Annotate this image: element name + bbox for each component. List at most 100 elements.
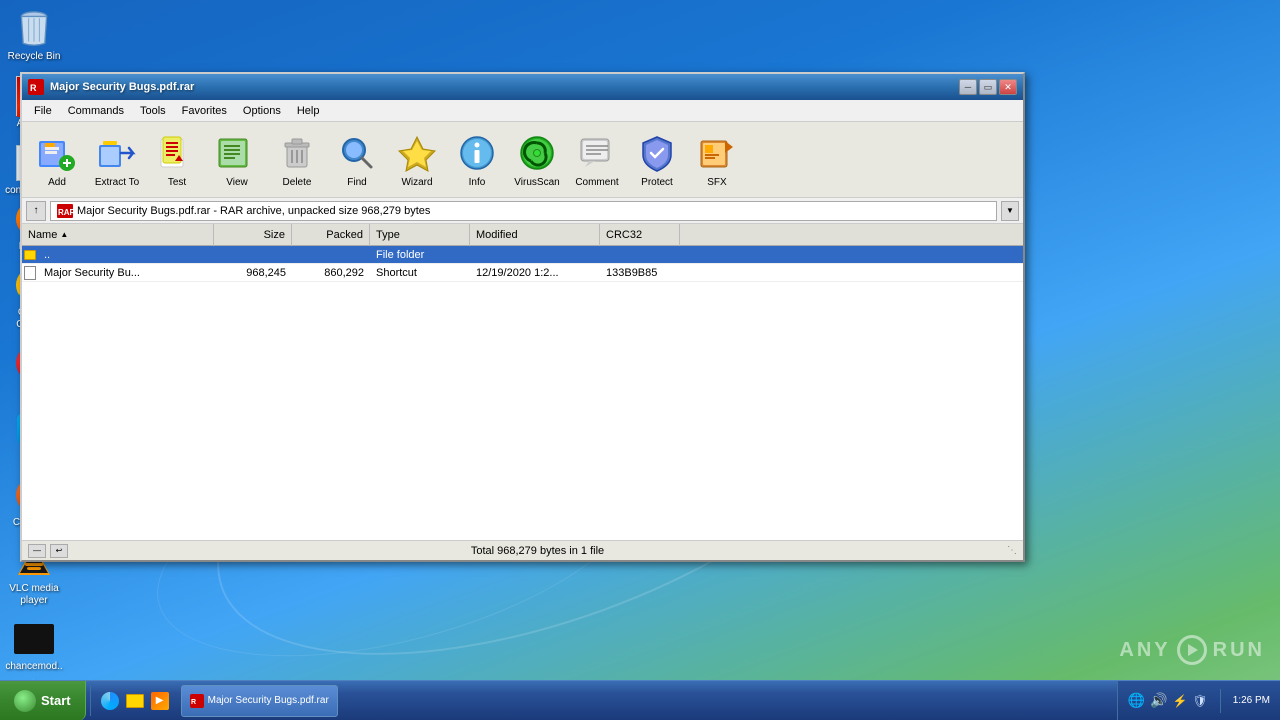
wizard-button-label: Wizard (401, 177, 432, 188)
taskbar-winrar-app[interactable]: R Major Security Bugs.pdf.rar (181, 685, 338, 717)
menu-commands[interactable]: Commands (60, 103, 132, 119)
file-name: Major Security Bu... (38, 264, 214, 282)
svg-text:R: R (191, 699, 196, 706)
desktop-icon-recycle-bin[interactable]: Recycle Bin (2, 5, 66, 67)
menu-options[interactable]: Options (235, 103, 289, 119)
menu-help[interactable]: Help (289, 103, 328, 119)
toolbar-extract-button[interactable]: Extract To (88, 126, 146, 194)
quicklaunch-ie-icon[interactable] (99, 690, 121, 712)
toolbar-sfx-button[interactable]: SFX (688, 126, 746, 194)
address-dropdown-button[interactable]: ▼ (1001, 201, 1019, 221)
navigate-up-button[interactable]: ↑ (26, 201, 46, 221)
col-header-crc32[interactable]: CRC32 (600, 224, 680, 246)
start-label: Start (41, 693, 71, 708)
desktop-icon-chancemodi[interactable]: chancemod... (2, 615, 66, 689)
toolbar: Add Extract To (22, 122, 1023, 198)
status-bar: — ↩ Total 968,279 bytes in 1 file ⋱ (22, 540, 1023, 560)
delete-button-label: Delete (283, 177, 312, 188)
winrar-title-icon: R (28, 79, 44, 95)
tray-power-icon[interactable]: ⚡ (1173, 694, 1188, 708)
system-tray: 🌐 🔊 ⚡ 🛡 1:26 PM (1117, 681, 1280, 720)
col-header-size[interactable]: Size (214, 224, 292, 246)
test-button-label: Test (168, 177, 186, 188)
comment-icon (575, 131, 619, 175)
menu-bar: File Commands Tools Favorites Options He… (22, 100, 1023, 122)
anyrun-play-icon (1177, 635, 1207, 665)
tray-network-icon[interactable]: 🌐 (1128, 692, 1145, 709)
comment-button-label: Comment (575, 177, 618, 188)
toolbar-view-button[interactable]: View (208, 126, 266, 194)
start-orb-icon (14, 690, 36, 712)
table-row-up[interactable]: .. File folder (22, 246, 1023, 264)
folder-up-packed (292, 246, 370, 264)
file-packed: 860,292 (292, 264, 370, 282)
toolbar-comment-button[interactable]: Comment (568, 126, 626, 194)
col-header-modified[interactable]: Modified (470, 224, 600, 246)
tray-volume-icon[interactable]: 🔊 (1150, 692, 1167, 709)
close-button[interactable]: ✕ (999, 79, 1017, 95)
quicklaunch-folder-icon[interactable] (124, 690, 146, 712)
info-icon (455, 131, 499, 175)
col-modified-label: Modified (476, 224, 518, 246)
table-row-file[interactable]: Major Security Bu... 968,245 860,292 Sho… (22, 264, 1023, 282)
toolbar-wizard-button[interactable]: Wizard (388, 126, 446, 194)
toolbar-protect-button[interactable]: Protect (628, 126, 686, 194)
delete-icon (275, 131, 319, 175)
sfx-button-label: SFX (707, 177, 726, 188)
restore-button[interactable]: ▭ (979, 79, 997, 95)
toolbar-test-button[interactable]: Test (148, 126, 206, 194)
status-btn-2[interactable]: ↩ (50, 544, 68, 558)
tray-separator (1220, 689, 1221, 713)
col-type-label: Type (376, 224, 400, 246)
col-header-packed[interactable]: Packed (292, 224, 370, 246)
title-bar-left: R Major Security Bugs.pdf.rar (28, 79, 194, 95)
taskbar: Start ▶ R Major Security Bugs.pdf.r (0, 680, 1280, 720)
col-packed-label: Packed (326, 224, 363, 246)
anyrun-run-text: RUN (1213, 639, 1265, 662)
quicklaunch-media-icon[interactable]: ▶ (149, 690, 171, 712)
virusscan-button-label: VirusScan (514, 177, 559, 188)
find-button-label: Find (347, 177, 366, 188)
folder-up-size (214, 246, 292, 264)
recycle-bin-label: Recycle Bin (8, 51, 61, 63)
title-bar: R Major Security Bugs.pdf.rar ─ ▭ ✕ (22, 74, 1023, 100)
svg-text:RAR: RAR (58, 208, 73, 217)
folder-up-type: File folder (370, 246, 470, 264)
toolbar-add-button[interactable]: Add (28, 126, 86, 194)
resize-grip[interactable]: ⋱ (1007, 545, 1017, 556)
rar-file-icon: RAR (57, 204, 73, 218)
menu-tools[interactable]: Tools (132, 103, 174, 119)
winrar-window: R Major Security Bugs.pdf.rar ─ ▭ ✕ File… (20, 72, 1025, 562)
desktop: Recycle Bin A Acrobat 📄 concollectio... (0, 0, 1280, 720)
toolbar-delete-button[interactable]: Delete (268, 126, 326, 194)
status-btn-1[interactable]: — (28, 544, 46, 558)
file-list-header: Name ▲ Size Packed Type Modified CRC32 (22, 224, 1023, 246)
extract-button-label: Extract To (95, 177, 139, 188)
menu-favorites[interactable]: Favorites (174, 103, 235, 119)
tray-security-icon[interactable]: 🛡 (1193, 694, 1208, 708)
folder-up-modified (470, 246, 600, 264)
col-header-name[interactable]: Name ▲ (22, 224, 214, 246)
col-header-type[interactable]: Type (370, 224, 470, 246)
col-crc32-label: CRC32 (606, 224, 642, 246)
status-text: Total 968,279 bytes in 1 file (471, 545, 604, 557)
anyrun-watermark: ANY RUN (1119, 635, 1265, 665)
file-list: Name ▲ Size Packed Type Modified CRC32 (22, 224, 1023, 540)
winrar-title-text: Major Security Bugs.pdf.rar (50, 81, 194, 93)
tray-clock[interactable]: 1:26 PM (1233, 694, 1270, 708)
sfx-icon (695, 131, 739, 175)
toolbar-find-button[interactable]: Find (328, 126, 386, 194)
file-modified: 12/19/2020 1:2... (470, 264, 600, 282)
toolbar-virusscan-button[interactable]: VirusScan (508, 126, 566, 194)
folder-up-crc32 (600, 246, 680, 264)
toolbar-info-button[interactable]: Info (448, 126, 506, 194)
protect-button-label: Protect (641, 177, 673, 188)
address-text: Major Security Bugs.pdf.rar - RAR archiv… (77, 205, 430, 217)
menu-file[interactable]: File (26, 103, 60, 119)
taskbar-app-label: Major Security Bugs.pdf.rar (208, 695, 329, 706)
start-button[interactable]: Start (0, 681, 86, 720)
minimize-button[interactable]: ─ (959, 79, 977, 95)
info-button-label: Info (469, 177, 486, 188)
view-button-label: View (226, 177, 248, 188)
file-size: 968,245 (214, 264, 292, 282)
